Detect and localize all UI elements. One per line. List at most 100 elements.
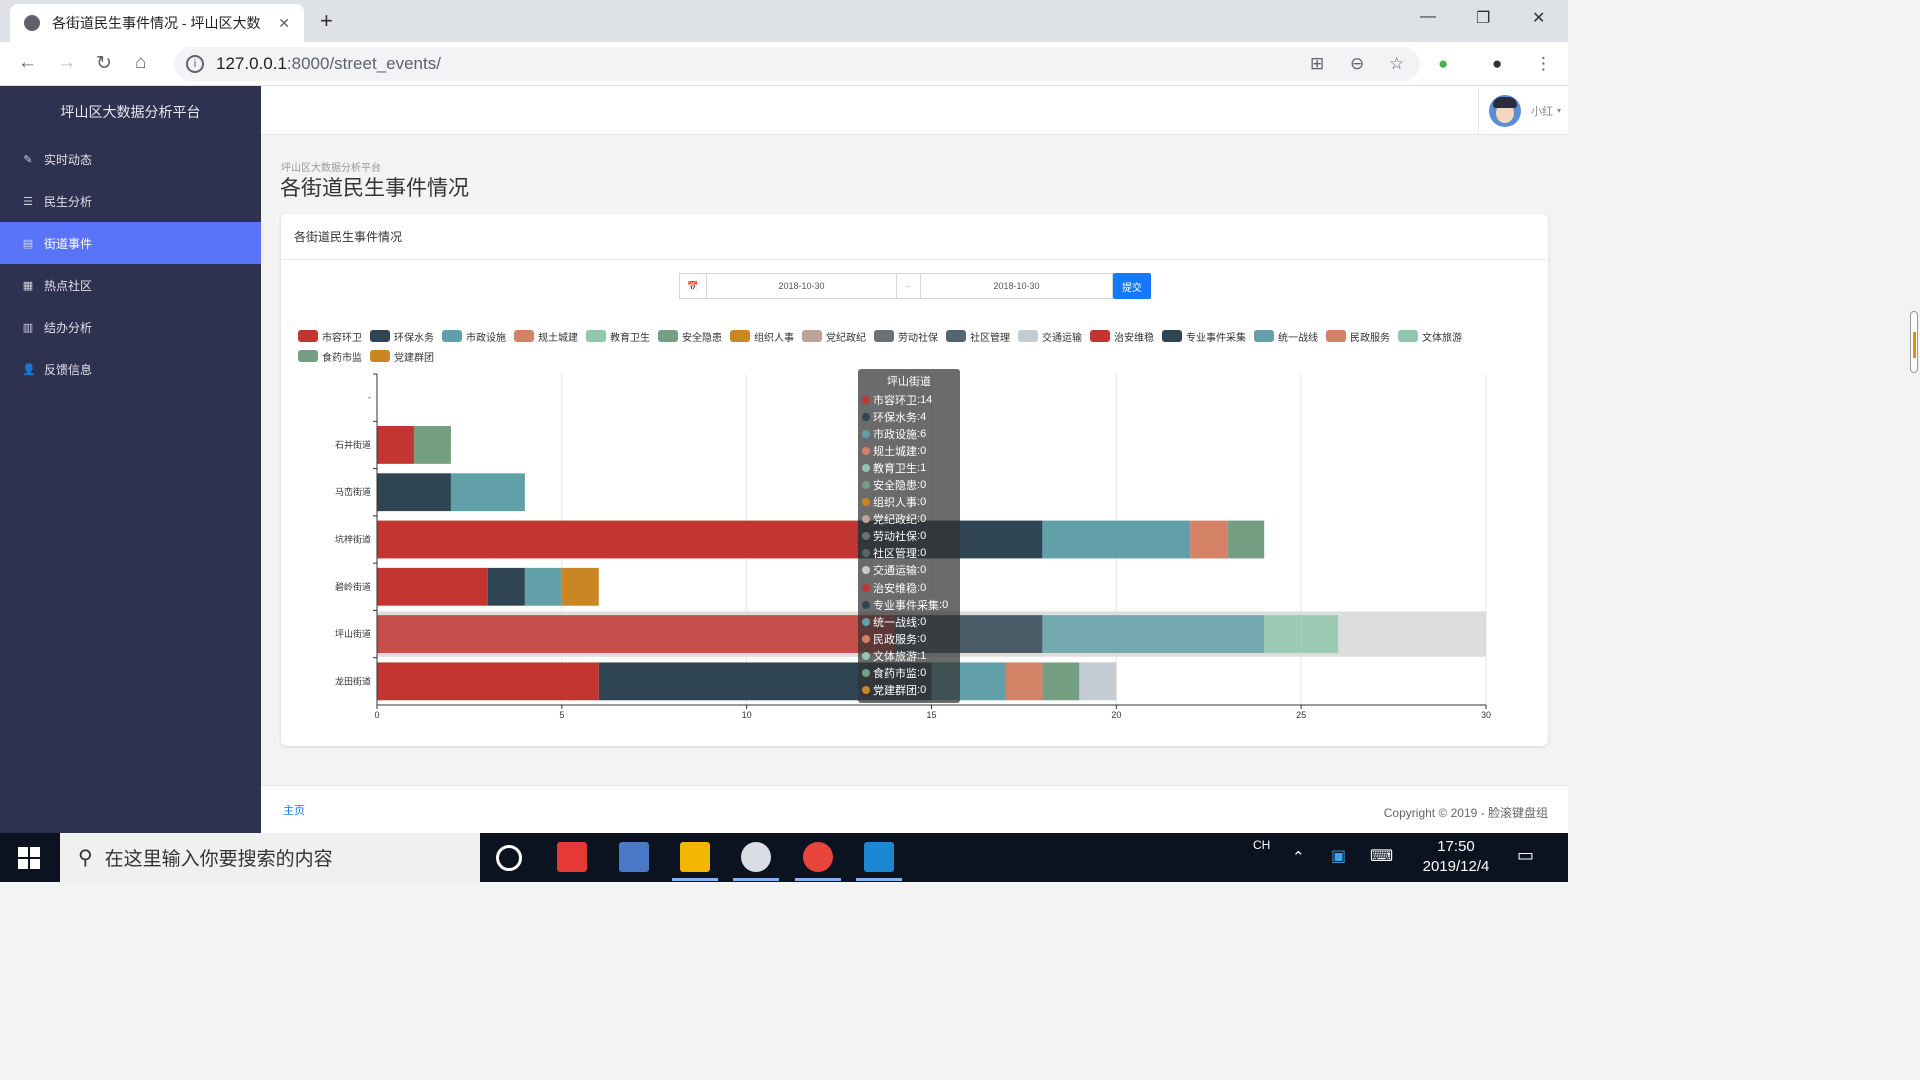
x-tick-label: 10 xyxy=(742,710,752,720)
python-icon[interactable] xyxy=(619,842,649,872)
maximize-button[interactable]: ❐ xyxy=(1476,8,1490,28)
windows-start-icon[interactable] xyxy=(18,847,40,869)
new-tab-button[interactable]: + xyxy=(320,8,333,34)
copyright-text: Copyright © 2019 - 脸滚键盘组 xyxy=(1383,806,1548,820)
url-path: :8000/street_events/ xyxy=(286,54,441,73)
chrome-icon[interactable] xyxy=(803,842,833,872)
bar-segment xyxy=(377,520,858,559)
tooltip-series-name: 统一战线 xyxy=(873,616,917,629)
browser-tab-strip: 各街道民生事件情况 - 坪山区大数 ✕ + — ❐ ✕ xyxy=(0,0,1568,42)
grid-icon: ▦ xyxy=(22,279,34,292)
file-explorer-icon[interactable] xyxy=(680,842,710,872)
tooltip-dot xyxy=(862,634,870,643)
pencil-icon: ✎ xyxy=(23,153,33,166)
bar-segment xyxy=(1190,520,1228,559)
ime-indicator[interactable]: CH xyxy=(1253,838,1270,852)
cortana-icon[interactable] xyxy=(496,845,522,871)
tooltip-value: 0 xyxy=(920,513,927,526)
avatar-app-icon[interactable] xyxy=(741,842,771,872)
menu-kebab-icon[interactable]: ⋮ xyxy=(1535,54,1552,74)
keyboard-icon[interactable]: ⌨ xyxy=(1370,846,1393,866)
sidebar: 坪山区大数据分析平台 ✎ 实时动态 ☰ 民生分析 ▤ 街道事件 ▦ 热点社区 ▥ 结办分析… xyxy=(0,86,261,833)
tooltip-row: 规土城建: 0 xyxy=(862,442,956,459)
app-header: 小红 ▾ xyxy=(261,86,1568,135)
clock-date: 2019/12/4 xyxy=(1422,858,1490,875)
tooltip-dot xyxy=(862,669,870,678)
tooltip-value: 0 xyxy=(920,632,927,645)
profile-icon[interactable]: ● xyxy=(1492,54,1502,74)
bar-segment xyxy=(377,426,414,464)
tooltip-dot xyxy=(862,651,870,660)
tooltip-value: 6 xyxy=(920,427,927,440)
tooltip-row: 教育卫生: 1 xyxy=(862,459,956,476)
tooltip-row: 组织人事: 0 xyxy=(862,494,956,511)
tooltip-series-name: 民政服务 xyxy=(873,633,917,646)
address-bar[interactable]: i 127.0.0.1:8000/street_events/ xyxy=(174,47,1420,81)
home-link[interactable]: 主页 xyxy=(283,802,305,818)
sidebar-item-hot-community[interactable]: ▦ 热点社区 xyxy=(0,264,261,306)
tooltip-series-name: 安全隐患 xyxy=(873,480,917,493)
sidebar-item-feedback[interactable]: 👤 反馈信息 xyxy=(0,348,261,390)
bar-segment xyxy=(1042,615,1265,653)
system-clock[interactable]: 17:50 2019/12/4 xyxy=(1408,837,1504,877)
search-placeholder: 在这里输入你要搜索的内容 xyxy=(104,849,333,870)
back-icon[interactable]: ← xyxy=(18,52,37,74)
search-icon: ⚲ xyxy=(78,847,93,869)
x-tick-label: 15 xyxy=(926,710,936,720)
minimize-button[interactable]: — xyxy=(1420,8,1436,26)
forward-icon[interactable]: → xyxy=(57,52,76,74)
zoom-icon[interactable]: ⊖ xyxy=(1350,54,1364,74)
tooltip-row: 劳动社保: 0 xyxy=(862,528,956,545)
bar-segment xyxy=(1264,615,1302,653)
tooltip-row: 文体旅游: 1 xyxy=(862,647,956,664)
scrollbar[interactable] xyxy=(1910,311,1918,373)
user-menu[interactable]: 小红 ▾ xyxy=(1478,86,1568,135)
tooltip-series-name: 治安维稳 xyxy=(873,582,917,595)
tooltip-value: 0 xyxy=(920,547,927,560)
site-info-icon[interactable]: i xyxy=(186,55,204,73)
chevron-up-icon[interactable]: ⌃ xyxy=(1292,848,1305,866)
notification-icon[interactable]: ▭ xyxy=(1517,845,1534,866)
sidebar-item-livelihood[interactable]: ☰ 民生分析 xyxy=(0,180,261,222)
extension-icon[interactable]: ● xyxy=(1438,54,1448,74)
sidebar-item-realtime[interactable]: ✎ 实时动态 xyxy=(0,138,261,180)
translate-icon[interactable]: ⊞ xyxy=(1310,54,1324,74)
sidebar-item-street-events[interactable]: ▤ 街道事件 xyxy=(0,222,261,264)
browser-tab[interactable]: 各街道民生事件情况 - 坪山区大数 ✕ xyxy=(10,4,304,42)
main-content: 坪山区大数据分析平台 各街道民生事件情况 各街道民生事件情况 📅 2018-10… xyxy=(261,135,1568,833)
clock-time: 17:50 xyxy=(1437,838,1475,855)
vscode-icon[interactable] xyxy=(864,842,894,872)
tooltip-dot xyxy=(862,686,870,695)
tooltip-series-name: 劳动社保 xyxy=(873,531,917,544)
home-icon[interactable]: ⌂ xyxy=(135,52,146,74)
bookmark-star-icon[interactable]: ☆ xyxy=(1389,54,1404,74)
close-window-button[interactable]: ✕ xyxy=(1532,8,1545,28)
tooltip-series-name: 党纪政纪 xyxy=(873,514,917,527)
tooltip-row: 市容环卫: 14 xyxy=(862,391,956,408)
sidebar-title: 坪山区大数据分析平台 xyxy=(60,104,201,120)
bar-segment xyxy=(377,473,451,512)
tooltip-value: 0 xyxy=(920,615,927,628)
tooltip-value: 0 xyxy=(920,530,927,543)
bar-segment xyxy=(1227,520,1265,559)
tooltip-value: 14 xyxy=(920,393,933,406)
y-tick-label: 龙田街道 xyxy=(335,675,371,686)
bar-segment xyxy=(377,615,895,653)
x-tick-label: 0 xyxy=(374,710,379,720)
tooltip-series-name: 专业事件采集 xyxy=(873,599,939,612)
tooltip-value: 0 xyxy=(920,496,927,509)
tooltip-value: 0 xyxy=(920,667,927,680)
bar-segment xyxy=(413,426,451,464)
tooltip-dot xyxy=(862,446,870,455)
app-red-icon[interactable] xyxy=(557,842,587,872)
taskbar-search-input[interactable]: ⚲ 在这里输入你要搜索的内容 xyxy=(60,833,480,882)
tooltip-series-name: 市政设施 xyxy=(873,428,917,441)
sidebar-item-closure-analysis[interactable]: ▥ 结办分析 xyxy=(0,306,261,348)
reload-icon[interactable]: ↻ xyxy=(96,52,112,75)
tab-close-icon[interactable]: ✕ xyxy=(278,15,290,32)
tooltip-value: 1 xyxy=(920,461,927,474)
bar-segment xyxy=(487,567,525,606)
tooltip-dot xyxy=(862,481,870,490)
caret-down-icon: ▾ xyxy=(1557,106,1562,115)
network-icon[interactable]: ▣ xyxy=(1331,846,1346,866)
